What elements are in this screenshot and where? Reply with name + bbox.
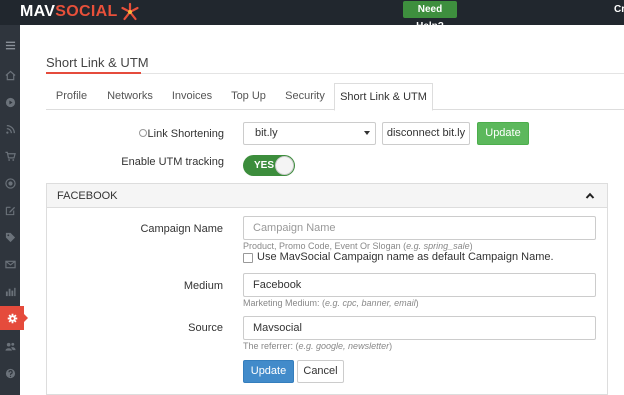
medium-input[interactable]: Facebook — [243, 273, 596, 297]
utm-tracking-toggle[interactable]: YES — [243, 155, 295, 176]
logo-social-text: SOCIAL — [55, 3, 118, 20]
home-icon[interactable] — [0, 63, 20, 87]
users-icon[interactable] — [0, 334, 20, 358]
top-bar: MAVSOCIAL Need Help? Cr — [0, 0, 624, 32]
cart-icon[interactable] — [0, 144, 20, 168]
campaign-name-help: Product, Promo Code, Event Or Slogan (e.… — [243, 241, 473, 251]
topbar-cut-text[interactable]: Cr — [614, 4, 624, 15]
facebook-panel-header[interactable]: FACEBOOK — [47, 184, 607, 208]
rss-icon[interactable] — [0, 117, 20, 141]
source-input[interactable]: Mavsocial — [243, 316, 596, 340]
toggle-knob — [275, 156, 294, 175]
tab-short-link-utm[interactable]: Short Link & UTM — [334, 83, 433, 111]
link-shortening-label: Link Shortening — [120, 128, 224, 140]
record-icon[interactable] — [0, 171, 20, 195]
link-shortener-selected-value: bit.ly — [255, 127, 278, 139]
help-icon[interactable] — [0, 361, 20, 385]
need-help-button[interactable]: Need Help? — [403, 1, 457, 32]
medium-label: Medium — [183, 280, 223, 292]
update-utm-button[interactable]: Update — [243, 360, 294, 383]
default-campaign-checkbox[interactable] — [243, 253, 253, 263]
default-campaign-checkbox-label[interactable]: Use MavSocial Campaign name as default C… — [257, 251, 554, 263]
source-help: The referrer: (e.g. google, newsletter) — [243, 341, 393, 351]
enable-utm-label: Enable UTM tracking — [121, 156, 224, 168]
edit-icon[interactable] — [0, 198, 20, 222]
page-title: Short Link & UTM — [46, 55, 149, 70]
bar-chart-icon[interactable] — [0, 279, 20, 303]
link-shortener-select[interactable]: bit.ly — [243, 122, 376, 145]
page-title-underline — [46, 72, 141, 74]
tab-security[interactable]: Security — [276, 83, 334, 110]
logo-mav-text: MAV — [20, 3, 56, 20]
hamburger-icon[interactable] — [0, 33, 20, 57]
mail-icon[interactable] — [0, 252, 20, 276]
sidebar — [0, 25, 28, 395]
logo-star-icon — [120, 2, 139, 21]
medium-help: Marketing Medium: (e.g. cpc, banner, ema… — [243, 298, 419, 308]
facebook-panel-title: FACEBOOK — [57, 190, 118, 202]
disconnect-bitly-button[interactable]: disconnect bit.ly — [382, 122, 470, 145]
info-icon[interactable] — [138, 129, 147, 138]
tag-icon[interactable] — [0, 225, 20, 249]
tab-invoices[interactable]: Invoices — [163, 83, 221, 110]
chevron-down-icon — [364, 131, 370, 135]
source-label: Source — [188, 322, 223, 334]
gear-icon[interactable] — [0, 306, 28, 330]
update-link-shortening-button[interactable]: Update — [477, 122, 529, 145]
toggle-state-text: YES — [254, 160, 275, 171]
campaign-name-input[interactable]: Campaign Name — [243, 216, 596, 240]
mavsocial-logo[interactable]: MAVSOCIAL — [20, 1, 140, 23]
cancel-button[interactable]: Cancel — [297, 360, 344, 383]
link-shortening-label-text: Link Shortening — [147, 128, 224, 140]
tab-profile[interactable]: Profile — [46, 83, 97, 110]
tab-networks[interactable]: Networks — [97, 83, 163, 110]
play-circle-icon[interactable] — [0, 90, 20, 114]
tab-top-up[interactable]: Top Up — [221, 83, 276, 110]
campaign-name-label: Campaign Name — [140, 223, 223, 235]
chevron-up-icon[interactable] — [585, 191, 595, 201]
settings-tabs: Profile Networks Invoices Top Up Securit… — [46, 83, 624, 111]
